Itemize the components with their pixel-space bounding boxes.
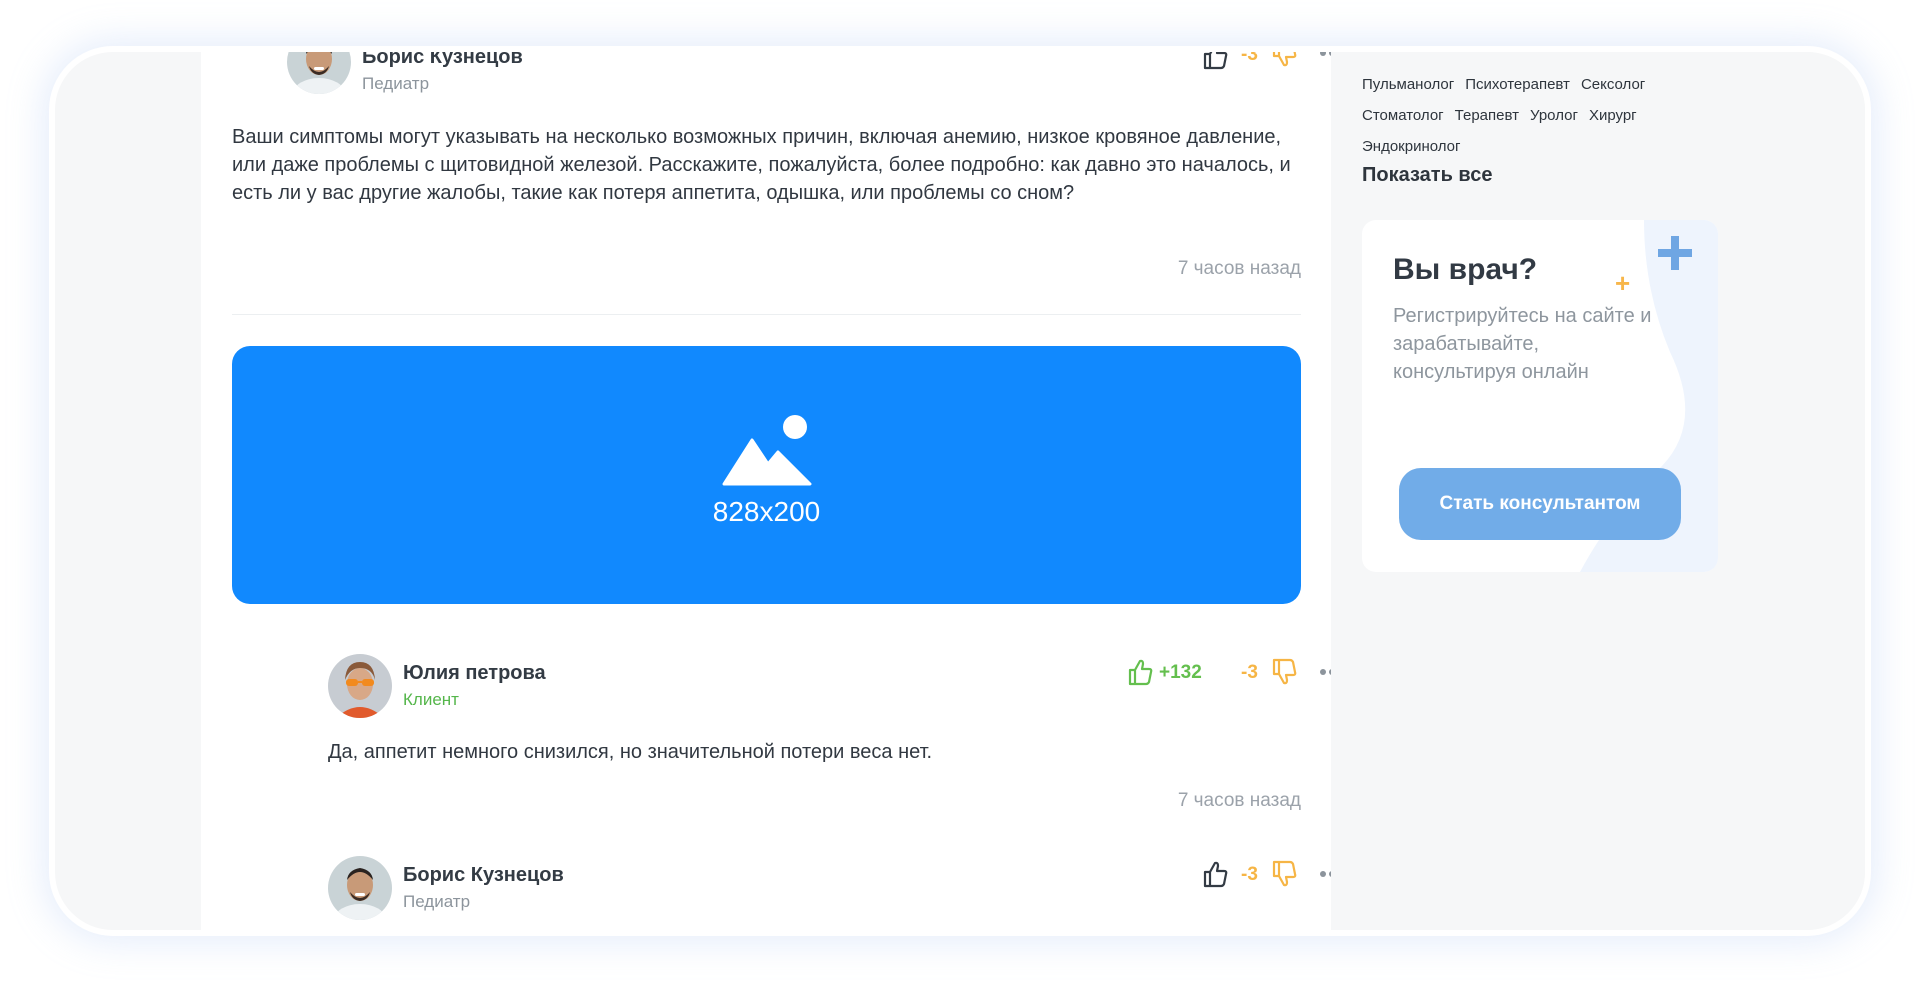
comment-time: 7 часов назад — [1177, 790, 1301, 811]
avatar[interactable] — [287, 52, 351, 94]
plus-icon — [1658, 236, 1692, 270]
thumbs-down-icon[interactable] — [1271, 860, 1297, 888]
tag-row: Эндокринолог — [1362, 131, 1742, 162]
comment-text: Ваши симптомы могут указывать на несколь… — [232, 126, 1291, 204]
show-all-link[interactable]: Показать все — [1362, 164, 1492, 187]
up-votes-count: +132 — [1159, 662, 1202, 683]
author-role: Педиатр — [362, 74, 430, 93]
specialty-tag[interactable]: Эндокринолог — [1362, 138, 1460, 155]
down-votes-count: -3 — [1241, 864, 1258, 885]
doctor-promo-card: + Вы врач? Регистрируйтесь на сайте и за… — [1362, 220, 1718, 572]
ad-banner[interactable]: 828x200 — [232, 346, 1301, 604]
banner-size-label: 828x200 — [712, 496, 821, 527]
become-consultant-button[interactable]: Стать консультантом — [1399, 468, 1681, 540]
thumbs-up-icon[interactable] — [1202, 860, 1228, 888]
specialty-tag[interactable]: Уролог — [1530, 107, 1578, 124]
avatar[interactable] — [328, 856, 392, 920]
image-placeholder-icon — [722, 415, 812, 486]
thumbs-up-icon[interactable] — [1202, 52, 1228, 70]
specialty-tag[interactable]: Сексолог — [1581, 76, 1645, 93]
avatar[interactable] — [328, 654, 392, 718]
specialty-tag[interactable]: Пульманолог — [1362, 76, 1454, 93]
card-description: Регистрируйтесь на сайте и зарабатывайте… — [1393, 305, 1652, 383]
specialty-tag[interactable]: Психотерапевт — [1465, 76, 1570, 93]
author-name[interactable]: Борис Кузнецов — [362, 52, 523, 69]
down-votes-count: -3 — [1241, 662, 1258, 683]
author-name[interactable]: Борис Кузнецов — [403, 864, 564, 887]
comment-time: 7 часов назад — [1177, 258, 1301, 279]
comment-text: Да, аппетит немного снизился, но значите… — [328, 741, 933, 763]
author-role: Клиент — [403, 690, 459, 709]
specialty-tag[interactable]: Терапевт — [1455, 107, 1519, 124]
specialty-tag[interactable]: Хирург — [1589, 107, 1637, 124]
tag-row: Пульманолог Психотерапевт Сексолог — [1362, 69, 1742, 100]
specialty-tags: Пульманолог Психотерапевт Сексолог Стома… — [1362, 69, 1742, 162]
comment-feed: Борис Кузнецов Педиатр -3 Ваши симптомы … — [201, 52, 1344, 930]
down-votes-count: -3 — [1241, 52, 1258, 65]
author-role: Педиатр — [403, 892, 471, 911]
thumbs-down-icon[interactable] — [1271, 52, 1297, 68]
card-title: Вы врач? — [1393, 253, 1538, 286]
author-name[interactable]: Юлия петрова — [403, 662, 546, 685]
app-window: Борис Кузнецов Педиатр -3 Ваши симптомы … — [55, 52, 1865, 930]
plus-icon: + — [1615, 268, 1631, 298]
specialty-tag[interactable]: Стоматолог — [1362, 107, 1444, 124]
divider — [232, 314, 1301, 315]
tag-row: Стоматолог Терапевт Уролог Хирург — [1362, 100, 1742, 131]
thumbs-down-icon[interactable] — [1271, 658, 1297, 686]
thumbs-up-icon[interactable] — [1127, 658, 1153, 686]
sidebar: Пульманолог Психотерапевт Сексолог Стома… — [1331, 52, 1865, 930]
